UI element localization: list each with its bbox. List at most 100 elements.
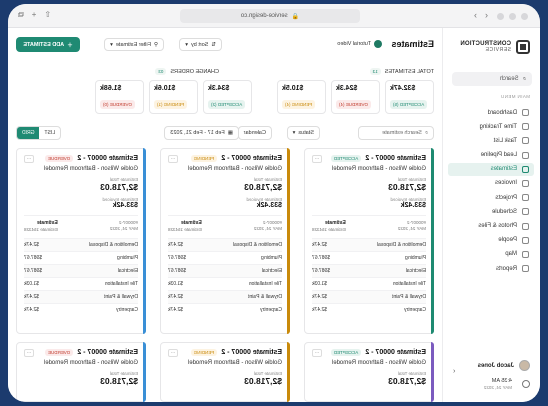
summary-value: $10.6k: [154, 85, 176, 92]
sort-by-button[interactable]: ⇅ Sort by ▾: [179, 38, 222, 51]
tabs-icon[interactable]: ⧉: [18, 10, 24, 20]
close-window-button[interactable]: [521, 13, 528, 20]
page-title: Estimates: [391, 39, 434, 49]
filter-bar: ⌕ Search estimate Status ▾ Calendar ▦ Fe…: [16, 126, 434, 140]
forward-icon[interactable]: ›: [474, 10, 477, 20]
maximize-window-button[interactable]: [497, 13, 504, 20]
chevron-down-icon: ▾: [110, 41, 113, 48]
filter-estimate-button[interactable]: ⚲ Filter Estimate ▾: [104, 38, 164, 51]
more-options-icon[interactable]: ⋯: [24, 349, 34, 357]
line-item-name: Tile Installation: [104, 280, 138, 287]
client-name: Goldie Wilson - Bathroom Remodel: [187, 166, 282, 172]
line-item-name: Drywall & Paint: [392, 293, 426, 300]
estimate-total-value: $2,718.03: [244, 376, 282, 386]
summary-value: $34.3k: [208, 85, 230, 92]
status-badge: ACCEPTED (2): [208, 100, 246, 109]
sidebar-item-people[interactable]: People: [448, 234, 534, 247]
table-row: Carpentry $2.47k: [24, 302, 138, 316]
sidebar-search[interactable]: ⌕ Search: [452, 72, 532, 86]
more-options-icon[interactable]: ⋯: [168, 155, 178, 163]
sidebar-item-projects[interactable]: Projects: [448, 191, 534, 204]
summary-card[interactable]: $24.3k OVERDUE (4): [331, 80, 380, 114]
new-tab-icon[interactable]: +: [32, 10, 37, 20]
status-badge: PENDING (4): [282, 100, 316, 109]
image-icon: [522, 222, 529, 230]
total-estimates-count: 13: [369, 68, 381, 75]
calendar-select[interactable]: Calendar: [237, 126, 272, 140]
sidebar-item-reports[interactable]: Reports: [448, 262, 534, 275]
user-profile[interactable]: Jacob Jones: [478, 360, 530, 371]
search-placeholder: Search estimate: [382, 130, 422, 136]
estimate-card[interactable]: Estimate 00007 - 2 OVERDUE ⋯ Goldie Wilson …: [16, 342, 146, 402]
change-orders-count: 03: [155, 68, 167, 75]
sidebar-item-schedule[interactable]: Schedule: [448, 205, 534, 218]
line-item-amount: $2.47k: [168, 306, 184, 313]
back-icon[interactable]: ‹: [485, 10, 488, 20]
share-icon[interactable]: ⇧: [44, 10, 51, 20]
more-options-icon[interactable]: ⋯: [312, 349, 322, 357]
summary-card[interactable]: $10.5k PENDING (4): [277, 80, 326, 114]
date-range-picker[interactable]: ▦ Feb 17 - Feb 21, 2023: [164, 126, 239, 140]
status-badge: ACCEPTED: [330, 155, 362, 162]
summary-card[interactable]: $32.47k ACCEPTED (5): [385, 80, 434, 114]
line-item-name: Plumbing: [117, 254, 138, 261]
table-row: Demolition & Disposal $2.47k: [168, 237, 282, 251]
line-items: Demolition & Disposal $2.47k Plumbing $987.…: [168, 237, 282, 316]
sidebar-item-task-list[interactable]: Task List: [448, 134, 534, 147]
status-badge: ACCEPTED: [330, 349, 362, 356]
estimate-title: Estimate 00007 - 2: [221, 349, 282, 356]
chart-icon: [522, 265, 529, 273]
more-options-icon[interactable]: ⋯: [312, 155, 322, 163]
more-options-icon[interactable]: ⋯: [168, 349, 178, 357]
estimate-total-value: $2,718.03: [388, 182, 426, 192]
add-estimate-button[interactable]: ＋ ADD ESTIMATE: [16, 37, 80, 52]
list-view-button[interactable]: LIST: [40, 127, 61, 139]
line-item-name: Carpentry: [404, 306, 426, 313]
sidebar-item-label: Map: [505, 251, 517, 258]
sidebar-item-lead-pipeline[interactable]: Lead Pipeline: [448, 149, 534, 162]
line-item-amount: $987.67: [24, 254, 43, 261]
clock-icon: [522, 380, 530, 388]
estimate-card[interactable]: Estimate 00007 - 2 PENDING ⋯ Goldie Wilson …: [160, 342, 290, 402]
summary-value: $32.47k: [390, 85, 416, 92]
sidebar-item-estimates[interactable]: Estimates: [448, 162, 534, 176]
line-item-name: Carpentry: [260, 306, 282, 313]
client-name: Goldie Wilson - Bathroom Remodel: [187, 360, 282, 366]
sidebar-item-photos-files[interactable]: Photos & Files: [448, 220, 534, 233]
browser-toolbar: ‹ › 🔒 service-design.co ⇧ + ⧉: [8, 4, 540, 28]
sidebar-item-label: Lead Pipeline: [480, 152, 517, 159]
estimate-date: MAY 24, 2022: [397, 226, 426, 232]
estimate-card[interactable]: Estimate 00007 - 2 OVERDUE ⋯ Goldie Wilson …: [16, 148, 146, 334]
client-name: Goldie Wilson - Bathroom Remodel: [43, 166, 138, 172]
search-input[interactable]: ⌕ Search estimate: [358, 126, 434, 140]
sidebar-item-map[interactable]: Map: [448, 248, 534, 261]
line-item-name: Electrical: [261, 267, 282, 274]
address-bar[interactable]: 🔒 service-design.co: [180, 9, 360, 23]
add-estimate-label: ADD ESTIMATE: [23, 41, 65, 48]
more-options-icon[interactable]: ⋯: [24, 155, 34, 163]
total-estimates-header: TOTAL ESTIMATES 13: [369, 68, 434, 75]
chevron-left-icon[interactable]: ‹: [453, 368, 455, 375]
logo-subtitle: SERVICE: [484, 47, 511, 53]
sidebar-item-dashboard[interactable]: Dashboard: [448, 106, 534, 119]
sidebar-item-time-tracking[interactable]: Time Tracking: [448, 120, 534, 133]
page-header: Estimates Tutorial Video ⇅ Sort by ▾ ⚲ F…: [16, 36, 434, 54]
estimate-card[interactable]: Estimate 00007 - 2 ACCEPTED ⋯ Goldie Wilson…: [304, 342, 434, 402]
line-item-amount: $2.47k: [24, 241, 40, 248]
sidebar-item-invoices[interactable]: Invoices: [448, 177, 534, 190]
estimate-card[interactable]: Estimate 00007 - 2 ACCEPTED ⋯ Goldie Wilson…: [304, 148, 434, 334]
folder-icon: [522, 194, 529, 202]
tutorial-video-link[interactable]: Tutorial Video: [337, 40, 382, 48]
summary-card[interactable]: $10.6k PENDING (1): [149, 80, 198, 114]
estimate-card[interactable]: Estimate 00007 - 2 PENDING ⋯ Goldie Wilson …: [160, 148, 290, 334]
minimize-window-button[interactable]: [509, 13, 516, 20]
summary-card[interactable]: $1.68k OVERDUE (0): [95, 80, 144, 114]
view-toggle: LIST GRID: [16, 126, 62, 140]
status-select[interactable]: Status ▾: [286, 126, 320, 140]
avatar: [519, 360, 530, 371]
sidebar-item-label: Dashboard: [487, 109, 517, 116]
card-header: Estimate 00007 - 2 ACCEPTED: [312, 155, 426, 162]
summary-card[interactable]: $34.3k ACCEPTED (2): [203, 80, 252, 114]
grid-view-button[interactable]: GRID: [17, 127, 40, 139]
plus-icon: ＋: [67, 42, 73, 49]
